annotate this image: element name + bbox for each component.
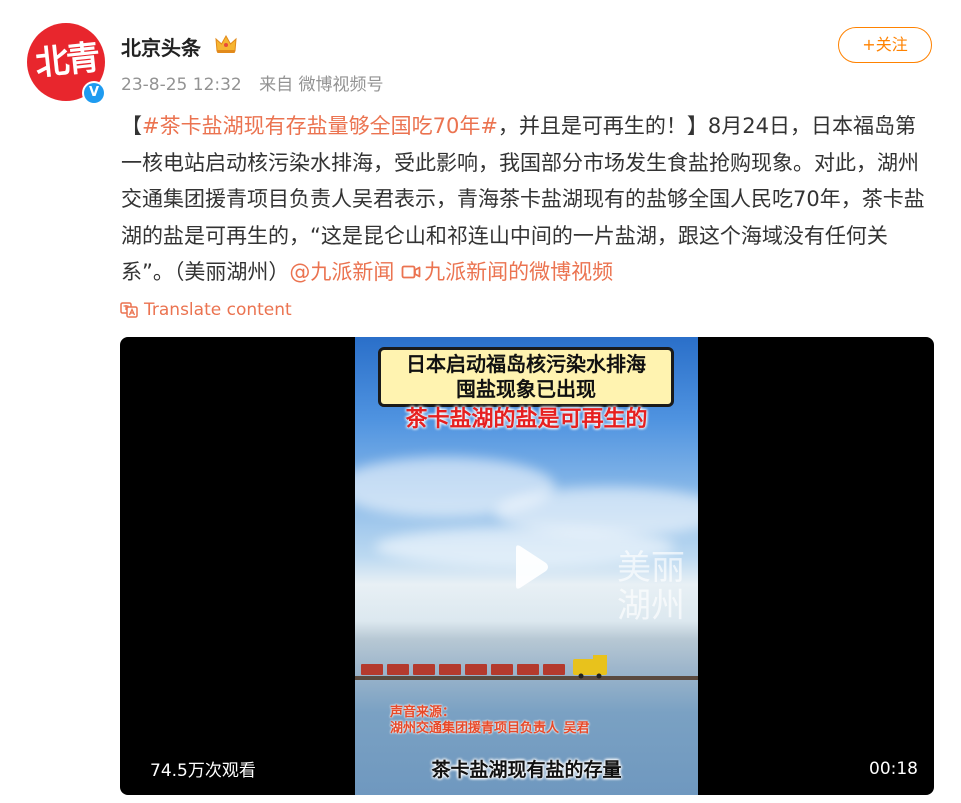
video-link[interactable]: 九派新闻的微博视频 (401, 260, 613, 284)
video-title-line2: 囤盐现象已出现 (456, 377, 596, 401)
play-icon[interactable] (500, 540, 554, 594)
video-title-box: 日本启动福岛核污染水排海 囤盐现象已出现 (378, 347, 674, 407)
post-meta: 23-8-25 12:32 来自 微博视频号 (121, 70, 396, 95)
post-source: 来自 微博视频号 (259, 75, 384, 95)
crown-icon (215, 34, 237, 53)
video-link-icon (401, 265, 421, 279)
verified-badge: V (82, 81, 106, 105)
video-title-line1: 日本启动福岛核污染水排海 (406, 352, 646, 376)
mention-link[interactable]: @九派新闻 (289, 260, 394, 284)
video-duration: 00:18 (869, 759, 918, 779)
video-link-label: 九派新闻的微博视频 (424, 260, 614, 284)
translate-label: Translate content (144, 300, 292, 320)
bracket-open: 【 (121, 114, 142, 138)
salt-train-image (355, 655, 698, 680)
avatar-logo-text: 北青 (33, 37, 100, 85)
follow-button[interactable]: +关注 (838, 27, 932, 63)
audio-source: 声音来源： 湖州交通集团援青项目负责人 吴君 (390, 705, 590, 737)
translate-button[interactable]: Translate content (120, 300, 292, 320)
video-watermark: 美丽湖州 (617, 548, 685, 626)
verified-v-icon: V (84, 83, 104, 103)
video-headline: 茶卡盐湖的盐是可再生的 (405, 407, 648, 432)
post-body-text: ，并且是可再生的！】8月24日，日本福岛第一核电站启动核污染水排海，受此影响，我… (121, 114, 925, 284)
video-player[interactable]: 日本启动福岛核污染水排海 囤盐现象已出现 茶卡盐湖的盐是可再生的 美丽湖州 声音… (120, 337, 934, 795)
hashtag-link[interactable]: #茶卡盐湖现有存盐量够全国吃70年# (142, 114, 498, 138)
post-text: 【#茶卡盐湖现有存盐量够全国吃70年#，并且是可再生的！】8月24日，日本福岛第… (121, 108, 931, 291)
view-count: 74.5万次观看 (150, 761, 256, 781)
post-time[interactable]: 23-8-25 12:32 (121, 75, 242, 95)
audio-source-label: 声音来源： (390, 705, 456, 720)
video-subtitle: 茶卡盐湖现有盐的存量 (431, 759, 622, 781)
translate-icon (120, 302, 138, 318)
author-name[interactable]: 北京头条 (121, 32, 201, 61)
audio-source-person: 湖州交通集团援青项目负责人 吴君 (390, 721, 590, 736)
